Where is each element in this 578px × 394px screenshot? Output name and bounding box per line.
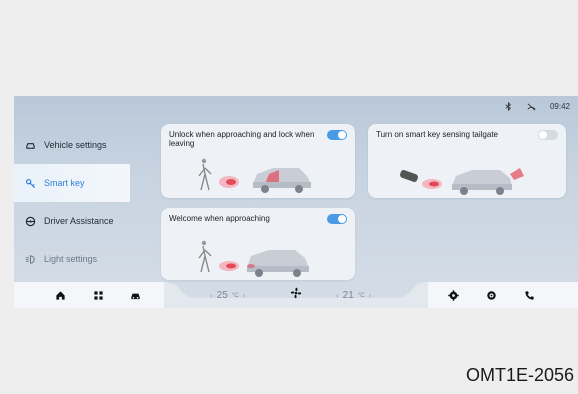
sidebar-item-smart-key[interactable]: Smart key (14, 164, 130, 202)
tailgate-toggle[interactable] (538, 130, 558, 140)
car-icon (24, 139, 36, 151)
toggle-knob (338, 215, 346, 223)
toggle-knob (338, 131, 346, 139)
media-icon[interactable] (485, 289, 497, 301)
home-icon[interactable] (54, 289, 66, 301)
sidebar-item-light-settings[interactable]: Light settings (14, 240, 130, 278)
driver-temperature[interactable]: ‹ 25 °C › (210, 290, 245, 301)
sidebar-item-driver-assistance[interactable]: Driver Assistance (14, 202, 130, 240)
fan-icon[interactable] (289, 286, 303, 300)
card-welcome: Welcome when approaching (161, 208, 355, 280)
card-title: Turn on smart key sensing tailgate (376, 130, 498, 139)
bottom-dock: ‹ 25 °C › ‹ 21 °C › (14, 282, 578, 308)
bluetooth-icon (504, 102, 513, 111)
clock: 09:42 (549, 102, 570, 111)
sidebar-item-label: Light settings (44, 254, 98, 264)
car-icon[interactable] (129, 289, 141, 301)
status-bar: 09:42 (504, 102, 570, 111)
temp-decrease-icon[interactable]: ‹ (336, 291, 339, 300)
headlight-icon (24, 253, 36, 265)
card-title: Welcome when approaching (169, 214, 270, 223)
key-icon (24, 177, 36, 189)
unlock-toggle[interactable] (327, 130, 347, 140)
card-unlock-approach: Unlock when approaching and lock when le… (161, 124, 355, 198)
settings-icon[interactable] (447, 289, 459, 301)
tailgate-illustration (400, 168, 524, 195)
temp-increase-icon[interactable]: › (243, 291, 246, 300)
passenger-temp-value: 21 (342, 290, 354, 301)
welcome-illustration (198, 240, 309, 277)
temp-increase-icon[interactable]: › (369, 291, 372, 300)
toggle-knob (539, 131, 547, 139)
sidebar-item-label: Driver Assistance (44, 216, 114, 226)
card-title: Unlock when approaching and lock when le… (169, 130, 315, 148)
sidebar: Vehicle settings Smart key Driver Assist… (14, 126, 130, 276)
infotainment-screen: 09:42 Vehicle settings Smart key Driver … (14, 96, 578, 308)
temp-unit: °C (231, 292, 239, 299)
card-tailgate: Turn on smart key sensing tailgate (368, 124, 566, 198)
steering-wheel-icon (24, 215, 36, 227)
driver-temp-value: 25 (216, 290, 228, 301)
passenger-temperature[interactable]: ‹ 21 °C › (336, 290, 371, 301)
phone-icon[interactable] (523, 289, 535, 301)
welcome-toggle[interactable] (327, 214, 347, 224)
apps-grid-icon[interactable] (92, 289, 104, 301)
approach-illustration (198, 158, 311, 193)
temp-unit: °C (357, 292, 365, 299)
temp-decrease-icon[interactable]: ‹ (210, 291, 213, 300)
figure-code: OMT1E-2056 (465, 365, 574, 385)
sidebar-item-vehicle-settings[interactable]: Vehicle settings (14, 126, 130, 164)
sidebar-item-label: Vehicle settings (44, 140, 107, 150)
signal-off-icon (527, 102, 536, 111)
sidebar-item-label: Smart key (44, 178, 85, 188)
